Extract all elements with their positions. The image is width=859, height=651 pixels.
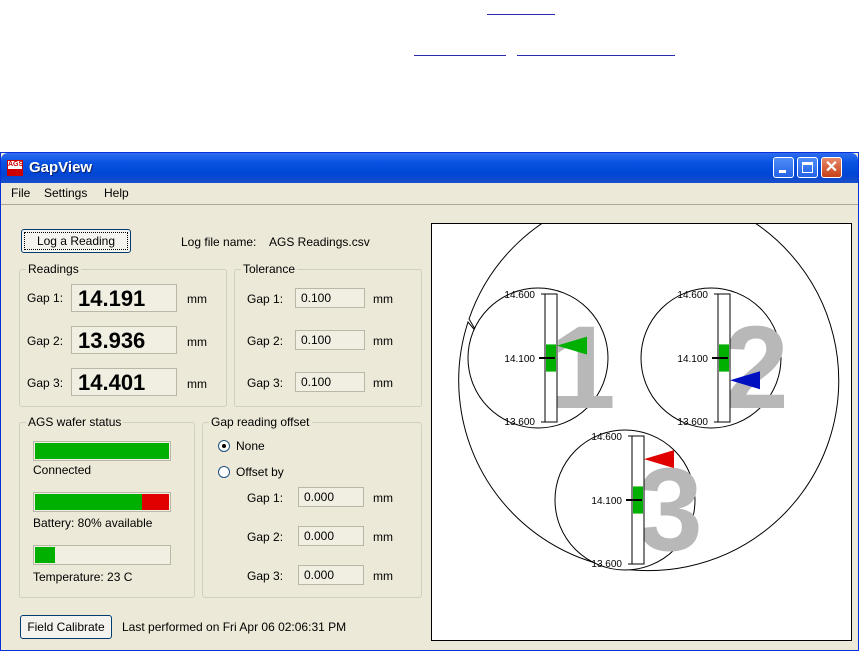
reading-gap-1-value: 14.191 [71,284,177,312]
readings-title: Readings [26,262,81,276]
tolerance-gap-2-field[interactable]: 0.100 [295,330,365,350]
reading-unit: mm [187,292,207,306]
menu-divider [1,204,858,205]
gauge-label-mid: 14.100 [591,496,622,507]
offset-gap-label: Gap 2: [247,530,284,544]
maximize-icon [802,162,813,173]
maximize-button[interactable] [797,157,818,178]
gauge-label-top: 14.600 [591,432,622,443]
wafer-diagram-canvas: 1 14.600 14.100 13.600 2 14.600 14.100 13.600 … [431,190,852,641]
tolerance-unit: mm [373,292,393,306]
offset-none-radio[interactable] [218,440,230,452]
menu-bar: File Settings Help [1,183,858,203]
tolerance-gap-label: Gap 3: [247,376,284,390]
gauge-label-top: 14.600 [504,290,535,301]
gauge-number: 1 [550,302,616,434]
gauge-label-mid: 14.100 [677,354,708,365]
offset-title: Gap reading offset [209,415,312,429]
wafer-status-title: AGS wafer status [26,415,124,429]
connection-bar [33,441,171,461]
wafer-diagram: 114.60014.10013.600 214.60014.10013.600 … [458,190,840,576]
offset-gap-label: Gap 1: [247,491,284,505]
reading-gap-3-value: 14.401 [71,368,177,396]
gauge-label-bottom: 13.600 [504,417,535,428]
log-file-name: AGS Readings.csv [269,235,370,249]
close-icon: ✕ [824,159,839,176]
offset-gap-1-field[interactable]: 0.000 [298,487,364,507]
menu-help[interactable]: Help [104,186,129,200]
offset-unit: mm [373,491,393,505]
title-bar[interactable]: AGS GapView ✕ [1,153,858,183]
reading-gap-label: Gap 3: [27,376,64,390]
gauge-3: 314.60014.10013.600 [554,429,703,576]
gauge-label-bottom: 13.600 [591,559,622,570]
gauge-1: 1 14.600 14.100 13.600 [467,287,616,434]
page-link[interactable] [517,55,675,56]
tolerance-gap-label: Gap 2: [247,334,284,348]
gauge-2: 2 14.600 14.100 13.600 [640,287,789,434]
reading-gap-label: Gap 2: [27,334,64,348]
page-link[interactable] [414,55,506,56]
gauge-number: 2 [723,302,789,434]
battery-bar-fill [35,494,142,510]
log-reading-button[interactable]: Log a Reading [21,229,131,253]
reading-gap-2-value: 13.936 [71,326,177,354]
tolerance-gap-1-field[interactable]: 0.100 [295,288,365,308]
offset-by-label[interactable]: Offset by [236,465,284,479]
app-icon: AGS [7,160,23,176]
log-file-label: Log file name: [181,235,257,249]
gauge-label-mid: 14.100 [504,354,535,365]
minimize-icon [779,170,786,173]
menu-settings[interactable]: Settings [44,186,87,200]
tolerance-gap-3-field[interactable]: 0.100 [295,372,365,392]
connection-bar-fill [35,443,169,459]
menu-file[interactable]: File [11,186,30,200]
minimize-button[interactable] [773,157,794,178]
reading-unit: mm [187,377,207,391]
offset-gap-3-field[interactable]: 0.000 [298,565,364,585]
gauge-label-top: 14.600 [677,290,708,301]
page-link[interactable] [487,14,555,15]
tolerance-title: Tolerance [241,262,298,276]
close-button[interactable]: ✕ [821,157,842,178]
temperature-label: Temperature: 23 C [33,570,133,584]
offset-unit: mm [373,569,393,583]
connection-label: Connected [33,463,92,477]
gauge-label-bottom: 13.600 [677,417,708,428]
offset-unit: mm [373,530,393,544]
offset-by-radio[interactable] [218,466,230,478]
offset-none-label[interactable]: None [236,439,265,453]
battery-bar [33,492,171,512]
reading-unit: mm [187,335,207,349]
battery-label: Battery: 80% available [33,516,153,530]
offset-gap-label: Gap 3: [247,569,284,583]
temperature-bar [33,545,171,565]
app-window: AGS GapView ✕ File Settings Help Log a R… [0,152,859,651]
reading-gap-label: Gap 1: [27,291,64,305]
window-title: GapView [29,159,93,176]
calibration-status: Last performed on Fri Apr 06 02:06:31 PM [122,620,347,634]
temperature-bar-fill [35,547,55,563]
field-calibrate-button[interactable]: Field Calibrate [20,615,112,639]
offset-gap-2-field[interactable]: 0.000 [298,526,364,546]
tolerance-unit: mm [373,376,393,390]
radio-selected-dot [222,444,226,448]
tolerance-gap-label: Gap 1: [247,292,284,306]
tolerance-unit: mm [373,334,393,348]
